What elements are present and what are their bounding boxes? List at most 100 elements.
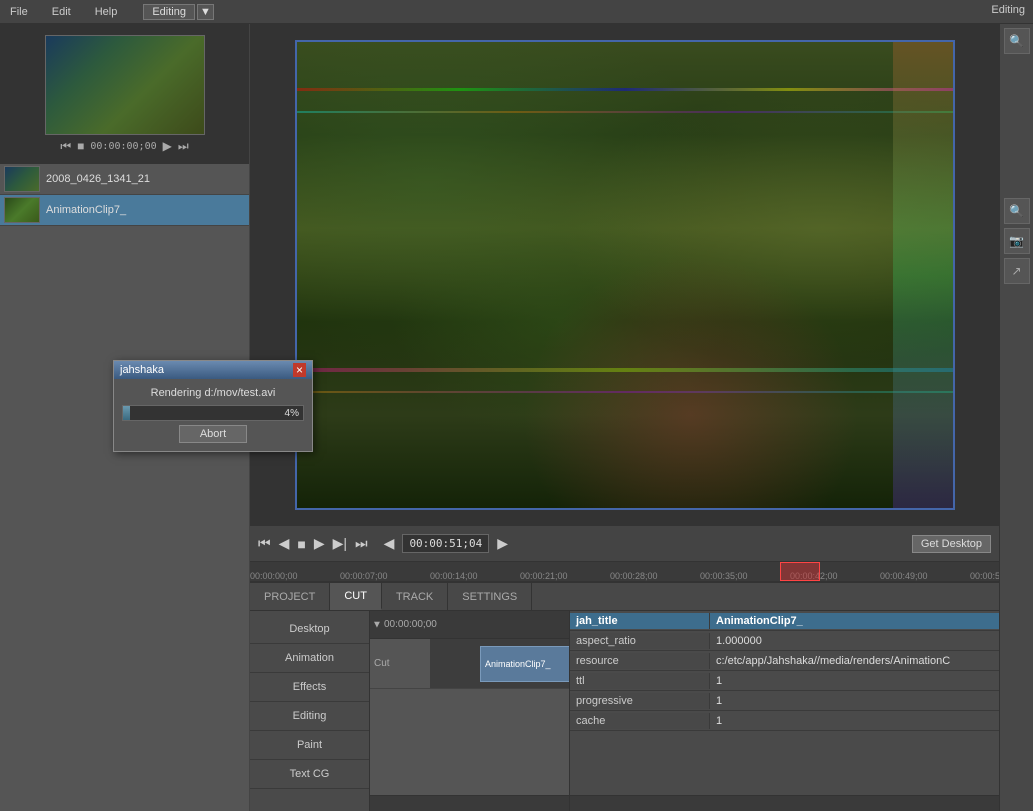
list-item[interactable]: 2008_0426_1341_21 [0, 164, 249, 195]
next-frame-btn[interactable]: ⏭ [178, 139, 189, 154]
prop-key: progressive [570, 693, 710, 709]
prop-row: ttl 1 [570, 671, 999, 691]
timeline-track: Cut AnimationClip7_ [370, 639, 569, 689]
tool-zoom[interactable]: 🔍 [1004, 198, 1030, 224]
clip-name: AnimationClip7_ [46, 204, 126, 216]
preview-area: ⏮ ■ 00:00:00;00 ▶ ⏭ [0, 24, 249, 164]
timeline-scroll-h[interactable] [370, 795, 569, 811]
sidebar-item-textcg[interactable]: Text CG [250, 760, 369, 789]
ruler-tick: 00:00:28;00 [610, 571, 658, 581]
ruler-tick: 00:00:56; [970, 571, 999, 581]
dialog-close-btn[interactable]: × [293, 363, 306, 377]
stop-btn[interactable]: ■ [297, 536, 305, 552]
progress-bar: 4% [122, 405, 304, 421]
tab-track[interactable]: TRACK [382, 583, 448, 610]
clip-block[interactable]: AnimationClip7_ [480, 646, 569, 682]
menubar: File Edit Help Editing ▼ Editing [0, 0, 1033, 24]
prev-arrow[interactable]: ◀ [384, 535, 395, 552]
prop-val: 1 [710, 693, 999, 709]
get-desktop-btn[interactable]: Get Desktop [912, 535, 991, 553]
ruler-tick: 00:00:00;00 [250, 571, 298, 581]
tab-settings[interactable]: SETTINGS [448, 583, 532, 610]
prev-btn[interactable]: ◀ [279, 535, 290, 552]
dialog-titlebar[interactable]: jahshaka × [114, 361, 312, 379]
dialog-title: jahshaka [120, 364, 164, 376]
rewind-btn[interactable]: ⏮ [258, 535, 271, 552]
progress-pct: 4% [285, 406, 299, 422]
tl-arrow-left[interactable]: ▼ [370, 619, 384, 630]
ruler-tick: 00:00:07;00 [340, 571, 388, 581]
preview-controls: ⏮ ■ 00:00:00;00 ▶ ⏭ [60, 139, 188, 154]
tool-search[interactable]: 🔍 [1004, 28, 1030, 54]
preview-thumb-inner [46, 36, 204, 134]
clip-thumb [4, 166, 40, 192]
tab-project[interactable]: PROJECT [250, 583, 330, 610]
timeline-content: Cut AnimationClip7_ [370, 639, 569, 795]
prop-key: aspect_ratio [570, 633, 710, 649]
sidebar-item-animation[interactable]: Animation [250, 644, 369, 673]
ruler-tick: 00:00:14;00 [430, 571, 478, 581]
props-scrollbar[interactable] [570, 795, 999, 811]
dialog-body: Rendering d:/mov/test.avi 4% Abort [114, 379, 312, 451]
prop-row: resource c:/etc/app/Jahshaka//media/rend… [570, 651, 999, 671]
timeline-area: ▼ 00:00:00;00 00:00:25;00 00:00:50; Cut [370, 611, 569, 811]
preview-timecode: 00:00:00;00 [90, 141, 156, 152]
props-panel: jah_title AnimationClip7_ aspect_ratio 1… [569, 611, 999, 811]
stop-btn[interactable]: ■ [77, 139, 84, 153]
render-text: Rendering d:/mov/test.avi [122, 387, 304, 399]
menu-help[interactable]: Help [89, 4, 124, 20]
prop-row: aspect_ratio 1.000000 [570, 631, 999, 651]
track-label: Cut [370, 658, 430, 669]
sidebar-item-editing[interactable]: Editing [250, 702, 369, 731]
prop-key: ttl [570, 673, 710, 689]
top-right-label: Editing [991, 4, 1025, 16]
clip-name: 2008_0426_1341_21 [46, 173, 150, 185]
ruler-tick: 00:00:21;00 [520, 571, 568, 581]
props-scroll: jah_title AnimationClip7_ aspect_ratio 1… [570, 611, 999, 795]
side-toolbar: 🔍 🔍 📷 ↗ [999, 24, 1033, 811]
center-area: ⏮ ◀ ■ ▶ ▶| ⏭ ◀ 00:00:51;04 ▶ Get Desktop… [250, 24, 999, 581]
sidebar-item-effects[interactable]: Effects [250, 673, 369, 702]
abort-button[interactable]: Abort [179, 425, 247, 443]
clip-list: 2008_0426_1341_21 AnimationClip7_ [0, 164, 249, 811]
video-preview [250, 24, 999, 525]
fast-fwd-btn[interactable]: ⏭ [355, 535, 368, 552]
bottom-panel: PROJECT CUT TRACK SETTINGS Desktop Anima… [250, 581, 999, 811]
tab-cut[interactable]: CUT [330, 583, 382, 610]
list-item[interactable]: AnimationClip7_ [0, 195, 249, 226]
preview-thumbnail [45, 35, 205, 135]
menu-file[interactable]: File [4, 4, 34, 20]
prop-row: progressive 1 [570, 691, 999, 711]
timecode-display: 00:00:51;04 [402, 534, 489, 553]
workspace-dropdown[interactable]: ▼ [197, 4, 214, 20]
video-canvas [295, 40, 955, 510]
timeline-ruler: 00:00:00;00 00:00:07;00 00:00:14;00 00:0… [250, 561, 999, 581]
ruler-tick: 00:00:35;00 [700, 571, 748, 581]
prop-key: jah_title [570, 613, 710, 629]
prop-val: c:/etc/app/Jahshaka//media/renders/Anima… [710, 653, 999, 669]
menu-edit[interactable]: Edit [46, 4, 77, 20]
next-arrow[interactable]: ▶ [497, 535, 508, 552]
prop-val: AnimationClip7_ [710, 613, 999, 629]
workspace-selector: Editing ▼ [143, 4, 214, 20]
play-btn[interactable]: ▶ [314, 535, 325, 552]
prop-row: cache 1 [570, 711, 999, 731]
prop-key: cache [570, 713, 710, 729]
tool-share[interactable]: ↗ [1004, 258, 1030, 284]
prev-frame-btn[interactable]: ⏮ [60, 139, 71, 154]
play-btn[interactable]: ▶ [163, 139, 172, 153]
track-area[interactable]: AnimationClip7_ [430, 639, 569, 688]
video-content [297, 42, 953, 508]
playback-controls: ⏮ ◀ ■ ▶ ▶| ⏭ ◀ 00:00:51;04 ▶ Get Desktop [250, 525, 999, 561]
render-dialog: jahshaka × Rendering d:/mov/test.avi 4% … [113, 360, 313, 452]
prop-row: jah_title AnimationClip7_ [570, 611, 999, 631]
tool-camera[interactable]: 📷 [1004, 228, 1030, 254]
step-fwd-btn[interactable]: ▶| [333, 535, 347, 552]
progress-bar-fill [123, 406, 130, 420]
ruler-tick: 00:00:49;00 [880, 571, 928, 581]
sidebar-item-desktop[interactable]: Desktop [250, 615, 369, 644]
tl-time-0: 00:00:00;00 [384, 619, 437, 630]
workspace-button[interactable]: Editing [143, 4, 195, 20]
sidebar-item-paint[interactable]: Paint [250, 731, 369, 760]
timeline-header: ▼ 00:00:00;00 00:00:25;00 00:00:50; [370, 611, 569, 639]
